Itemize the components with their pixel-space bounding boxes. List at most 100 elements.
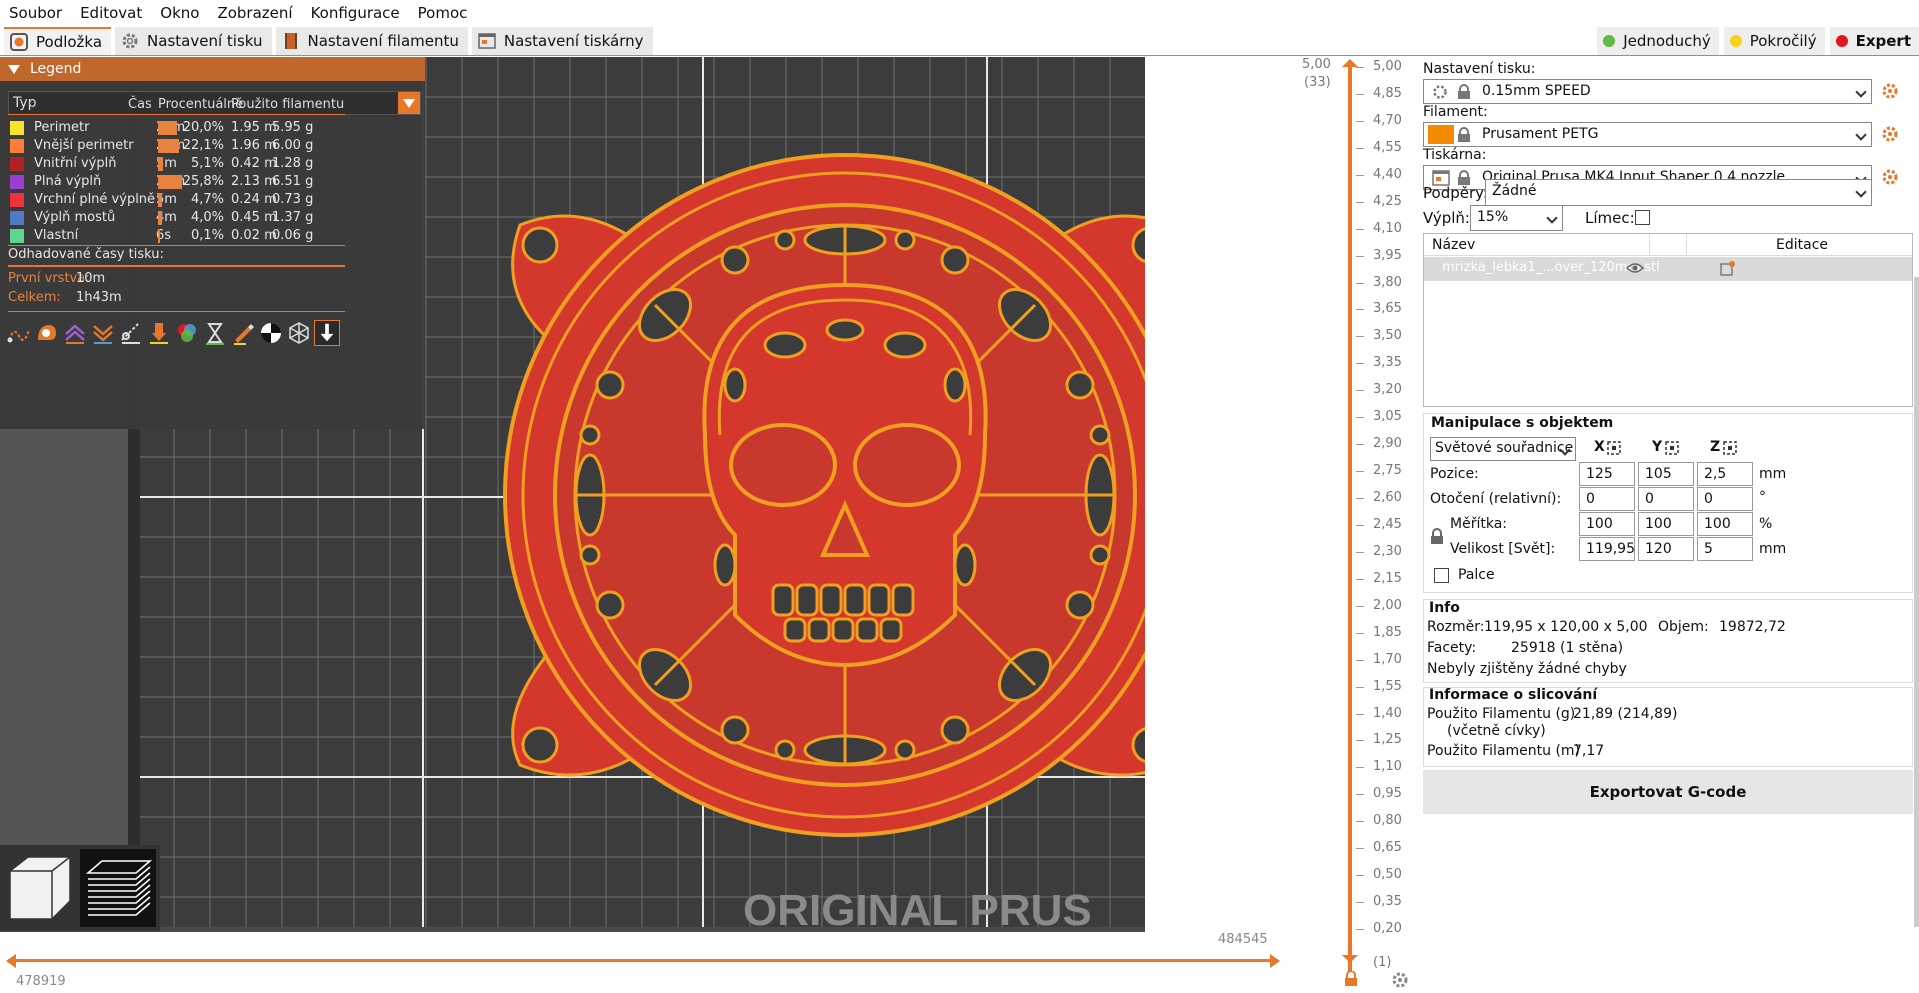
- brim-checkbox[interactable]: [1635, 210, 1650, 225]
- tool-marker-icon[interactable]: [314, 320, 340, 346]
- legend-row[interactable]: Vrchní plné výplně 5m 4,7% 0.24 m 0.73 g: [8, 190, 418, 210]
- legend-col-filament: Použito filamentu: [231, 97, 345, 112]
- legend-row[interactable]: Perimetr21m20,0%1.95 m5.95 g: [8, 118, 418, 138]
- layer-tick: [1356, 929, 1364, 930]
- print-settings-gear-icon[interactable]: [1881, 82, 1899, 100]
- legend-row[interactable]: Vnější perimetr23m22,1%1.96 m6.00 g: [8, 136, 418, 156]
- rotation-x-input[interactable]: 0: [1579, 487, 1635, 511]
- move-slider[interactable]: 484545 478919: [0, 932, 1290, 993]
- layer-height-label: 3,50: [1373, 328, 1402, 344]
- position-x-input[interactable]: 125: [1579, 462, 1635, 486]
- layer-tick: [1356, 524, 1364, 526]
- inches-checkbox[interactable]: [1434, 568, 1449, 583]
- layer-slider-track[interactable]: [1348, 67, 1352, 971]
- object-list-row[interactable]: mrizka_lebka1_...over_120mm.stl: [1424, 257, 1912, 281]
- travel-icon[interactable]: [6, 320, 32, 346]
- layer-height-label: 4,40: [1373, 166, 1402, 182]
- system-preset-lock-icon: [1458, 84, 1470, 99]
- mode-advanced-button[interactable]: Pokročilý: [1723, 27, 1825, 55]
- mode-simple-button[interactable]: Jednoduchý: [1597, 27, 1719, 55]
- legend-row[interactable]: Výplň mostů 4m 4,0% 0.45 m 1.37 g: [8, 208, 418, 228]
- menu-zobrazeni[interactable]: Zobrazení: [208, 0, 301, 26]
- no-errors-text: Nebyly zjištěny žádné chyby: [1427, 661, 1627, 677]
- lock-icon[interactable]: [1343, 971, 1359, 987]
- deretractions-icon[interactable]: [90, 320, 116, 346]
- sidebar-scrollbar[interactable]: [1914, 277, 1919, 927]
- move-slider-track[interactable]: [8, 959, 1276, 962]
- layer-height-label: 3,05: [1373, 409, 1402, 425]
- size-x-input[interactable]: 119,95: [1579, 537, 1635, 561]
- menu-editovat[interactable]: Editovat: [71, 0, 151, 26]
- export-gcode-button[interactable]: Exportovat G-code: [1423, 770, 1913, 814]
- layer-slider-lower-thumb[interactable]: [1340, 953, 1360, 967]
- object-list[interactable]: Název Editace mrizka_lebka1_...over_120m…: [1423, 233, 1913, 407]
- printer-settings-gear-icon[interactable]: [1881, 168, 1899, 186]
- drop-to-bed-z-icon[interactable]: [1722, 440, 1738, 456]
- layer-tick: [1356, 498, 1364, 499]
- infill-value: 15%: [1477, 209, 1509, 225]
- legend-row-meters: 2.13 m: [231, 174, 277, 189]
- retractions-icon[interactable]: [62, 320, 88, 346]
- drop-to-bed-y-icon[interactable]: [1664, 440, 1680, 456]
- move-slider-right-thumb[interactable]: [1268, 952, 1282, 970]
- legend-swatch: [10, 193, 24, 207]
- filament-preset-combo[interactable]: Prusament PETG: [1423, 122, 1872, 147]
- tab-printer-settings[interactable]: Nastavení tiskárny: [471, 26, 653, 55]
- seams-icon[interactable]: [118, 320, 144, 346]
- layer-slider[interactable]: 5,00 (33) 5,00 4,85 4,70 4,55 4,40 4,25 4,10 3,…: [1145, 57, 1415, 992]
- scale-z-input[interactable]: 100: [1697, 512, 1753, 536]
- axis-y-label: Y: [1652, 439, 1663, 455]
- center-of-gravity-icon[interactable]: [258, 320, 284, 346]
- legend-row-percent: 4,7%: [190, 192, 224, 207]
- menu-soubor[interactable]: Soubor: [0, 0, 71, 26]
- infill-combo[interactable]: 15%: [1470, 205, 1563, 231]
- preview-layers-button[interactable]: [80, 849, 156, 927]
- legend-header[interactable]: Legend: [0, 57, 425, 81]
- tool-changes-icon[interactable]: [146, 320, 172, 346]
- rotation-z-input[interactable]: 0: [1697, 487, 1753, 511]
- color-changes-icon[interactable]: [174, 320, 200, 346]
- drop-to-bed-x-icon[interactable]: [1606, 440, 1622, 456]
- tab-filament-settings[interactable]: Nastavení filamentu: [275, 26, 468, 55]
- position-y-input[interactable]: 105: [1638, 462, 1694, 486]
- rotation-y-input[interactable]: 0: [1638, 487, 1694, 511]
- size-z-input[interactable]: 5: [1697, 537, 1753, 561]
- legend-row[interactable]: Vnitřní výplň 5m 5,1% 0.42 m 1.28 g: [8, 154, 418, 174]
- legend-row[interactable]: Plná výplň27m25,8%2.13 m6.51 g: [8, 172, 418, 192]
- legend-row[interactable]: Vlastní 6s 0,1% 0.02 m 0.06 g: [8, 226, 418, 246]
- scale-y-input[interactable]: 100: [1638, 512, 1694, 536]
- mode-expert-button[interactable]: Expert: [1829, 27, 1919, 55]
- print-preset-combo[interactable]: 0.15mm SPEED: [1423, 79, 1872, 104]
- wipe-icon[interactable]: [34, 320, 60, 346]
- legend-row-name: Vnější perimetr: [34, 138, 134, 153]
- pause-prints-icon[interactable]: [202, 320, 228, 346]
- scale-x-input[interactable]: 100: [1579, 512, 1635, 536]
- size-y-input[interactable]: 120: [1638, 537, 1694, 561]
- tab-plater[interactable]: Podložka: [4, 26, 112, 55]
- eye-icon[interactable]: [1626, 262, 1644, 274]
- 3d-view-cube-icon[interactable]: [6, 853, 74, 923]
- legend-row-bar: [158, 229, 160, 243]
- menu-konfigurace[interactable]: Konfigurace: [302, 0, 409, 26]
- scale-label: Měřítka:: [1450, 516, 1507, 532]
- supports-combo[interactable]: Žádné: [1485, 179, 1872, 206]
- edit-settings-icon[interactable]: [1720, 260, 1736, 276]
- layer-height-label: 0,65: [1373, 840, 1402, 856]
- layer-tick: [1356, 93, 1364, 95]
- layer-height-label: 1,85: [1373, 624, 1402, 640]
- menu-okno[interactable]: Okno: [151, 0, 208, 26]
- scale-lock-icon[interactable]: [1430, 528, 1444, 545]
- chevron-down-icon: [1855, 129, 1867, 141]
- filament-settings-gear-icon[interactable]: [1881, 125, 1899, 143]
- custom-gcodes-icon[interactable]: [230, 320, 256, 346]
- tab-print-settings[interactable]: Nastavení tisku: [115, 26, 272, 55]
- slider-settings-gear-icon[interactable]: [1391, 971, 1409, 989]
- legend-swatch: [10, 175, 24, 189]
- move-slider-left-thumb[interactable]: [4, 952, 18, 970]
- layer-tick: [1356, 417, 1364, 419]
- position-z-input[interactable]: 2,5: [1697, 462, 1753, 486]
- coordinates-select[interactable]: Světové souřadnice: [1430, 437, 1576, 461]
- menu-pomoc[interactable]: Pomoc: [409, 0, 477, 26]
- filament-color-swatch[interactable]: [1428, 125, 1454, 144]
- shells-icon[interactable]: [286, 320, 312, 346]
